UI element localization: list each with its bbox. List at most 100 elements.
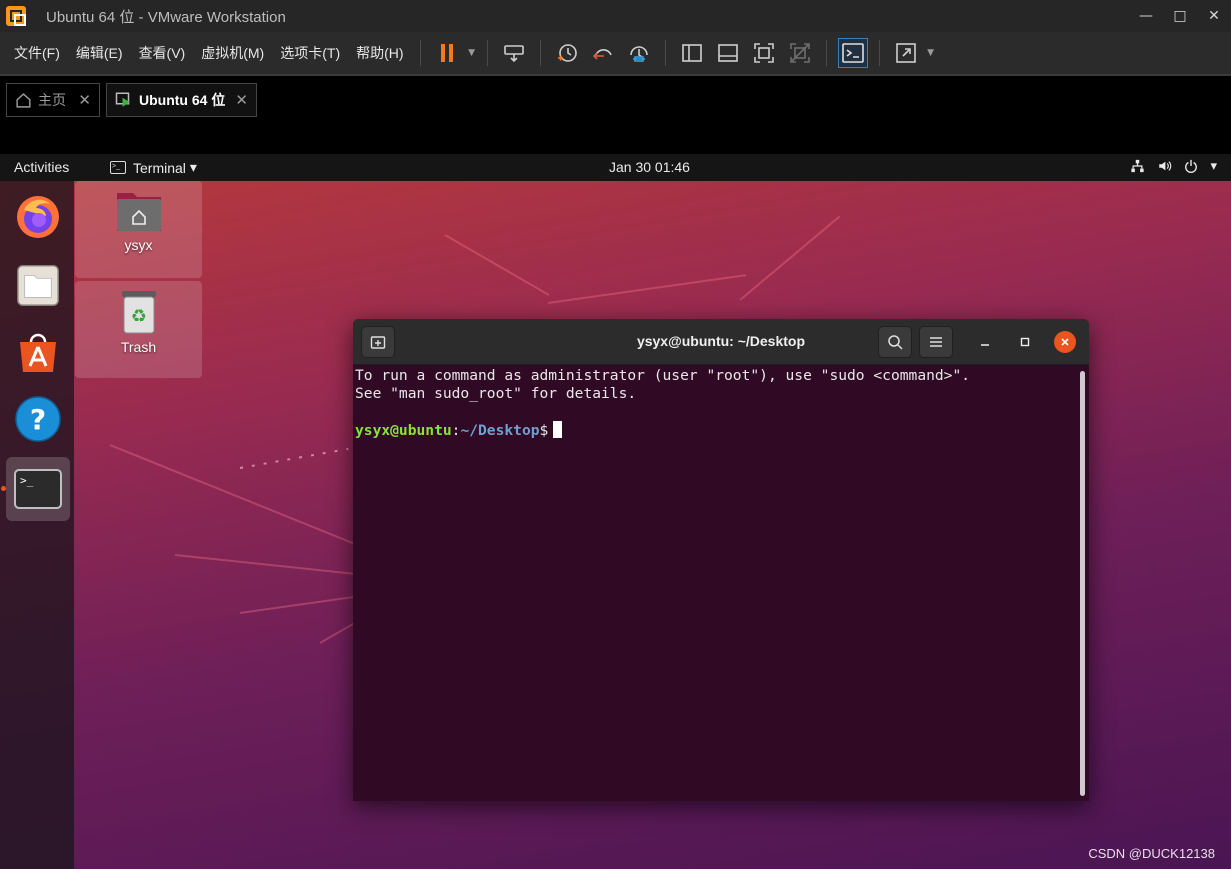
desktop-icon-trash-label: Trash [120, 339, 157, 355]
terminal-headerbar[interactable]: ysyx@ubuntu: ~/Desktop [353, 319, 1089, 365]
terminal-minimize-button[interactable] [974, 331, 996, 353]
activities-button[interactable]: Activities [14, 159, 69, 175]
dock-files[interactable] [6, 253, 70, 317]
menu-file[interactable]: 文件(F) [0, 43, 68, 63]
terminal-window[interactable]: ysyx@ubuntu: ~/Desktop To run a command … [353, 319, 1089, 801]
console-view-button[interactable] [837, 38, 868, 68]
toolbar-separator [825, 40, 827, 66]
hamburger-icon [930, 337, 942, 347]
power-dropdown-arrow[interactable]: ▼ [465, 36, 479, 70]
vmware-titlebar: Ubuntu 64 位 - VMware Workstation — □ ✕ [0, 0, 1231, 32]
keyboard-send-icon [503, 45, 524, 63]
chevron-down-icon: ▾ [189, 159, 197, 175]
snapshot-manager-icon [629, 46, 648, 62]
wallpaper-decoration [739, 215, 841, 301]
terminal-blank-line: ​ [355, 403, 1075, 421]
close-button[interactable]: ✕ [1197, 0, 1231, 32]
toolbar-separator [539, 40, 541, 66]
stretch-dropdown-arrow[interactable]: ▼ [924, 36, 938, 70]
help-icon: ? [15, 396, 61, 442]
terminal-maximize-button[interactable] [1014, 331, 1036, 353]
wallpaper-decoration [239, 447, 349, 469]
toolbar-separator [419, 40, 421, 66]
menu-vm[interactable]: 虚拟机(M) [193, 43, 272, 63]
thumbnail-bar-button[interactable] [710, 36, 746, 70]
revert-snapshot-button[interactable] [585, 36, 621, 70]
toolbar-separator [878, 40, 880, 66]
show-library-button[interactable] [674, 36, 710, 70]
terminal-line: To run a command as administrator (user … [355, 367, 971, 384]
terminal-line: See "man sudo_root" for details. [355, 385, 637, 402]
thumbnail-pane-icon [717, 44, 738, 62]
svg-text:♻: ♻ [130, 306, 146, 327]
tabbar-divider [0, 74, 1231, 76]
menu-button[interactable] [919, 326, 953, 358]
watermark: CSDN @DUCK12138 [1088, 846, 1215, 861]
trash-icon: ♻ [121, 291, 156, 334]
toolbar-separator [486, 40, 488, 66]
wallpaper-decoration [239, 595, 359, 614]
ubuntu-software-icon [20, 333, 56, 372]
vmware-logo-icon [6, 6, 26, 26]
tab-ubuntu-vm[interactable]: Ubuntu 64 位 ✕ [106, 83, 257, 117]
power-icon [1185, 159, 1198, 173]
svg-text:?: ? [30, 403, 46, 436]
menu-help[interactable]: 帮助(H) [348, 43, 411, 63]
console-icon [841, 43, 864, 63]
close-icon [1061, 338, 1069, 346]
revert-icon [592, 49, 612, 60]
menu-tabs[interactable]: 选项卡(T) [272, 43, 348, 63]
maximize-icon [1020, 337, 1030, 347]
prompt-symbol: $ [539, 422, 549, 439]
ubuntu-dock: ? >_ [0, 181, 74, 869]
desktop-icon-home[interactable]: ysyx [75, 181, 202, 278]
wallpaper-decoration [109, 444, 361, 548]
terminal-prompt-line: ysyx@ubuntu:~/Desktop$ [355, 421, 1075, 440]
maximize-button[interactable]: □ [1163, 0, 1197, 32]
terminal-icon: >_ [14, 469, 62, 509]
app-menu-button[interactable]: >_ Terminal ▾ [110, 159, 197, 176]
dock-help[interactable]: ? [6, 387, 70, 451]
full-screen-button[interactable] [746, 36, 782, 70]
firefox-icon [17, 196, 59, 238]
vmware-tabbar: 主页 ✕ Ubuntu 64 位 ✕ [0, 74, 1231, 154]
dock-firefox[interactable] [6, 184, 70, 248]
menu-view[interactable]: 查看(V) [131, 43, 194, 63]
files-icon [17, 265, 59, 306]
minimize-button[interactable]: — [1129, 0, 1163, 32]
wallpaper-decoration [319, 622, 356, 644]
vm-running-icon [115, 92, 130, 107]
prompt-path: ~/Desktop [460, 422, 540, 439]
gnome-top-bar: Activities >_ Terminal ▾ Jan 30 01:46 ▾ [0, 154, 1231, 181]
system-status-area[interactable]: ▾ [1130, 158, 1217, 174]
text-cursor [553, 421, 563, 438]
desktop-icon-trash[interactable]: ♻ Trash [75, 281, 202, 378]
stretch-guest-button[interactable] [888, 36, 924, 70]
terminal-scrollbar[interactable] [1080, 371, 1085, 796]
desktop-icon-home-label: ysyx [124, 237, 153, 253]
dock-ubuntu-software[interactable] [6, 320, 70, 384]
snapshot-clock-icon [557, 44, 577, 62]
tab-home-label: 主页 [38, 92, 66, 108]
terminal-close-button[interactable] [1054, 331, 1076, 353]
terminal-output[interactable]: To run a command as administrator (user … [355, 367, 1075, 797]
tab-ubuntu-label: Ubuntu 64 位 [139, 92, 226, 108]
tab-home-close-button[interactable]: ✕ [78, 91, 91, 109]
dock-terminal[interactable]: >_ [6, 457, 70, 521]
prompt-user: ysyx@ubuntu [355, 422, 452, 439]
tab-home[interactable]: 主页 ✕ [6, 83, 100, 117]
unity-mode-button[interactable] [782, 36, 818, 70]
search-button[interactable] [878, 326, 912, 358]
tab-ubuntu-close-button[interactable]: ✕ [235, 91, 248, 109]
toolbar-separator [664, 40, 666, 66]
app-menu-label: Terminal [133, 159, 186, 176]
send-ctrl-alt-del-button[interactable] [496, 36, 532, 70]
window-title: Ubuntu 64 位 - VMware Workstation [46, 8, 286, 26]
clock[interactable]: Jan 30 01:46 [609, 159, 690, 175]
unity-disabled-icon [789, 43, 810, 63]
snapshot-button[interactable] [549, 36, 585, 70]
snapshot-manager-button[interactable] [621, 36, 657, 70]
suspend-button[interactable] [429, 36, 465, 70]
menu-edit[interactable]: 编辑(E) [68, 43, 131, 63]
volume-icon [1159, 161, 1172, 171]
